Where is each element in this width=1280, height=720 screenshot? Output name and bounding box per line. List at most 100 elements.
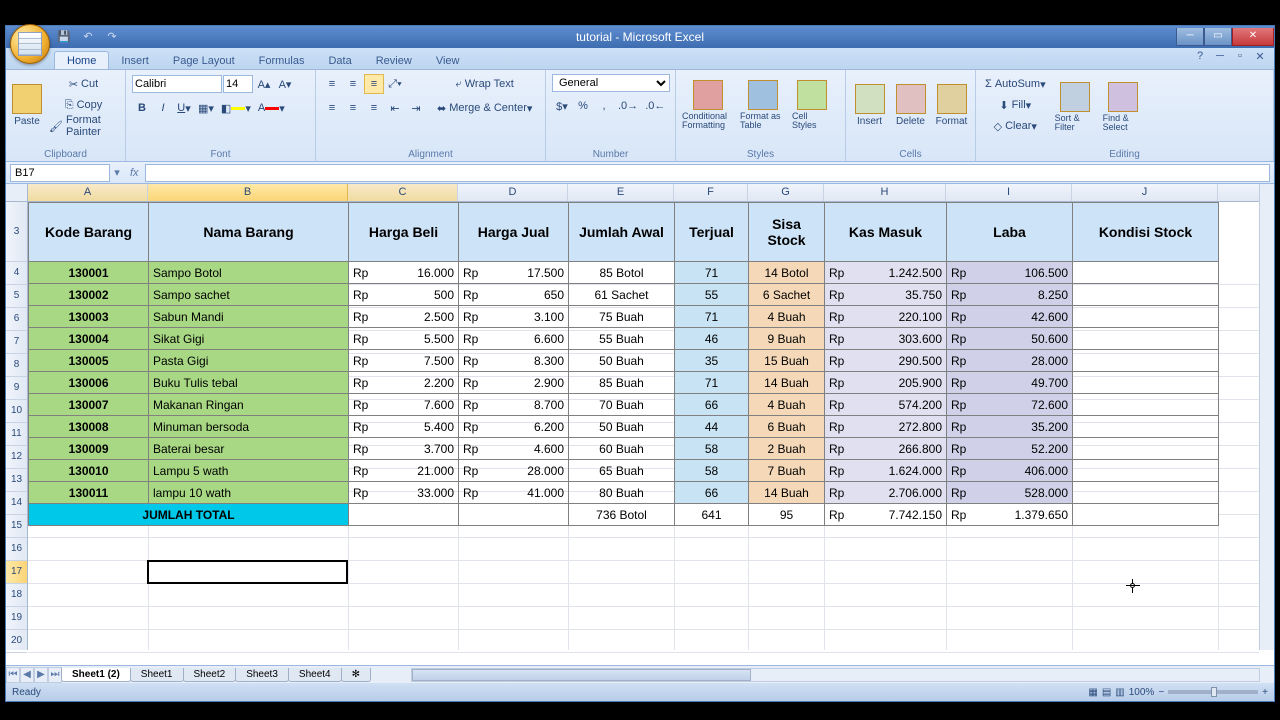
row-header-8[interactable]: 8 [6, 354, 27, 377]
sort-filter-button[interactable]: Sort & Filter [1053, 74, 1097, 140]
save-icon[interactable]: 💾 [56, 29, 72, 45]
sheet-nav-last-icon[interactable]: ⏭ [48, 667, 62, 683]
fill-color-button[interactable]: ◧▾ [218, 98, 254, 118]
office-button[interactable] [10, 24, 50, 64]
selected-cell[interactable] [147, 560, 348, 584]
increase-indent-icon[interactable]: ⇥ [406, 98, 426, 118]
table-total-row[interactable]: JUMLAH TOTAL736 Botol64195Rp7.742.150Rp1… [29, 504, 1219, 526]
column-header-a[interactable]: A [28, 184, 148, 201]
comma-icon[interactable]: , [594, 96, 614, 116]
row-header-5[interactable]: 5 [6, 285, 27, 308]
decrease-indent-icon[interactable]: ⇤ [385, 98, 405, 118]
row-header-7[interactable]: 7 [6, 331, 27, 354]
table-row[interactable]: 130003Sabun MandiRp2.500Rp3.10075 Buah71… [29, 306, 1219, 328]
row-header-20[interactable]: 20 [6, 630, 27, 653]
align-right-icon[interactable]: ≡ [364, 98, 384, 118]
row-header-3[interactable]: 3 [6, 202, 27, 262]
data-table[interactable]: Kode BarangNama BarangHarga BeliHarga Ju… [28, 202, 1219, 526]
decrease-font-icon[interactable]: A▾ [275, 74, 295, 94]
table-header[interactable]: Laba [947, 203, 1073, 262]
name-box-dropdown-icon[interactable]: ▾ [110, 166, 124, 179]
autosum-button[interactable]: Σ AutoSum▾ [982, 74, 1049, 94]
wrap-text-button[interactable]: ⤶ Wrap Text [434, 74, 535, 94]
tab-home[interactable]: Home [54, 51, 109, 69]
new-sheet-button[interactable]: ✻ [341, 668, 371, 682]
sheet-tab[interactable]: Sheet1 (2) [61, 668, 131, 682]
row-header-19[interactable]: 19 [6, 607, 27, 630]
row-header-14[interactable]: 14 [6, 492, 27, 515]
table-header[interactable]: Terjual [675, 203, 749, 262]
maximize-button[interactable]: ▭ [1204, 28, 1232, 46]
view-normal-icon[interactable]: ▦ [1088, 687, 1097, 698]
row-header-17[interactable]: 17 [6, 561, 27, 584]
row-header-4[interactable]: 4 [6, 262, 27, 285]
format-as-table-button[interactable]: Format as Table [738, 72, 788, 138]
cell-styles-button[interactable]: Cell Styles [790, 72, 834, 138]
decrease-decimal-icon[interactable]: .0← [642, 96, 668, 116]
minimize-ribbon-icon[interactable]: ─ [1212, 50, 1228, 66]
vertical-scrollbar[interactable] [1259, 184, 1274, 650]
column-header-h[interactable]: H [824, 184, 946, 201]
table-header[interactable]: Harga Beli [349, 203, 459, 262]
minimize-button[interactable]: ─ [1176, 28, 1204, 46]
column-header-d[interactable]: D [458, 184, 568, 201]
table-row[interactable]: 130007Makanan RinganRp7.600Rp8.70070 Bua… [29, 394, 1219, 416]
row-header-12[interactable]: 12 [6, 446, 27, 469]
help-icon[interactable]: ? [1192, 50, 1208, 66]
formula-bar[interactable] [145, 164, 1270, 182]
table-row[interactable]: 130009Baterai besarRp3.700Rp4.60060 Buah… [29, 438, 1219, 460]
row-header-16[interactable]: 16 [6, 538, 27, 561]
align-center-icon[interactable]: ≡ [343, 98, 363, 118]
column-header-c[interactable]: C [348, 184, 458, 201]
row-header-9[interactable]: 9 [6, 377, 27, 400]
merge-center-button[interactable]: ⬌ Merge & Center ▾ [434, 98, 535, 118]
cut-button[interactable]: ✂ Cut [46, 74, 121, 94]
column-header-g[interactable]: G [748, 184, 824, 201]
view-pagebreak-icon[interactable]: ▥ [1115, 687, 1124, 698]
copy-button[interactable]: ⎘ Copy [46, 95, 121, 115]
name-box[interactable]: B17 [10, 164, 110, 182]
tab-formulas[interactable]: Formulas [247, 52, 317, 69]
row-header-6[interactable]: 6 [6, 308, 27, 331]
sheet-nav-prev-icon[interactable]: ◀ [20, 667, 34, 683]
paste-button[interactable]: Paste [10, 72, 44, 138]
zoom-in-icon[interactable]: + [1262, 687, 1268, 698]
view-layout-icon[interactable]: ▤ [1102, 687, 1111, 698]
align-left-icon[interactable]: ≡ [322, 98, 342, 118]
table-row[interactable]: 130005Pasta GigiRp7.500Rp8.30050 Buah351… [29, 350, 1219, 372]
font-size-input[interactable] [223, 75, 253, 93]
select-all-corner[interactable] [6, 184, 28, 202]
column-header-b[interactable]: B [148, 184, 348, 201]
increase-decimal-icon[interactable]: .0→ [615, 96, 641, 116]
table-header[interactable]: Kode Barang [29, 203, 149, 262]
percent-icon[interactable]: % [573, 96, 593, 116]
number-format-select[interactable]: General [552, 74, 670, 92]
table-row[interactable]: 130002Sampo sachetRp500Rp65061 Sachet556… [29, 284, 1219, 306]
sheet-nav-next-icon[interactable]: ▶ [34, 667, 48, 683]
column-headers[interactable]: ABCDEFGHIJ [28, 184, 1259, 202]
italic-button[interactable]: I [153, 98, 173, 118]
table-row[interactable]: 130001Sampo BotolRp16.000Rp17.50085 Boto… [29, 262, 1219, 284]
column-header-i[interactable]: I [946, 184, 1072, 201]
table-header[interactable]: Jumlah Awal [569, 203, 675, 262]
table-row[interactable]: 130006Buku Tulis tebalRp2.200Rp2.90085 B… [29, 372, 1219, 394]
row-headers[interactable]: 34567891011121314151617181920 [6, 202, 28, 650]
font-color-button[interactable]: A▾ [255, 98, 288, 118]
table-row[interactable]: 130010Lampu 5 wathRp21.000Rp28.00065 Bua… [29, 460, 1219, 482]
align-top-icon[interactable]: ≡ [322, 74, 342, 94]
row-header-15[interactable]: 15 [6, 515, 27, 538]
row-header-10[interactable]: 10 [6, 400, 27, 423]
zoom-level[interactable]: 100% [1129, 687, 1155, 698]
zoom-slider[interactable] [1168, 690, 1258, 694]
bold-button[interactable]: B [132, 98, 152, 118]
table-header[interactable]: Kondisi Stock [1073, 203, 1219, 262]
table-row[interactable]: 130008Minuman bersodaRp5.400Rp6.20050 Bu… [29, 416, 1219, 438]
redo-icon[interactable]: ↷ [104, 29, 120, 45]
horizontal-scrollbar[interactable] [411, 668, 1260, 682]
sheet-tab[interactable]: Sheet3 [235, 668, 289, 682]
find-select-button[interactable]: Find & Select [1101, 74, 1145, 140]
increase-font-icon[interactable]: A▴ [254, 74, 274, 94]
format-painter-button[interactable]: 🖌 Format Painter [46, 116, 121, 136]
row-header-18[interactable]: 18 [6, 584, 27, 607]
font-name-input[interactable] [132, 75, 222, 93]
